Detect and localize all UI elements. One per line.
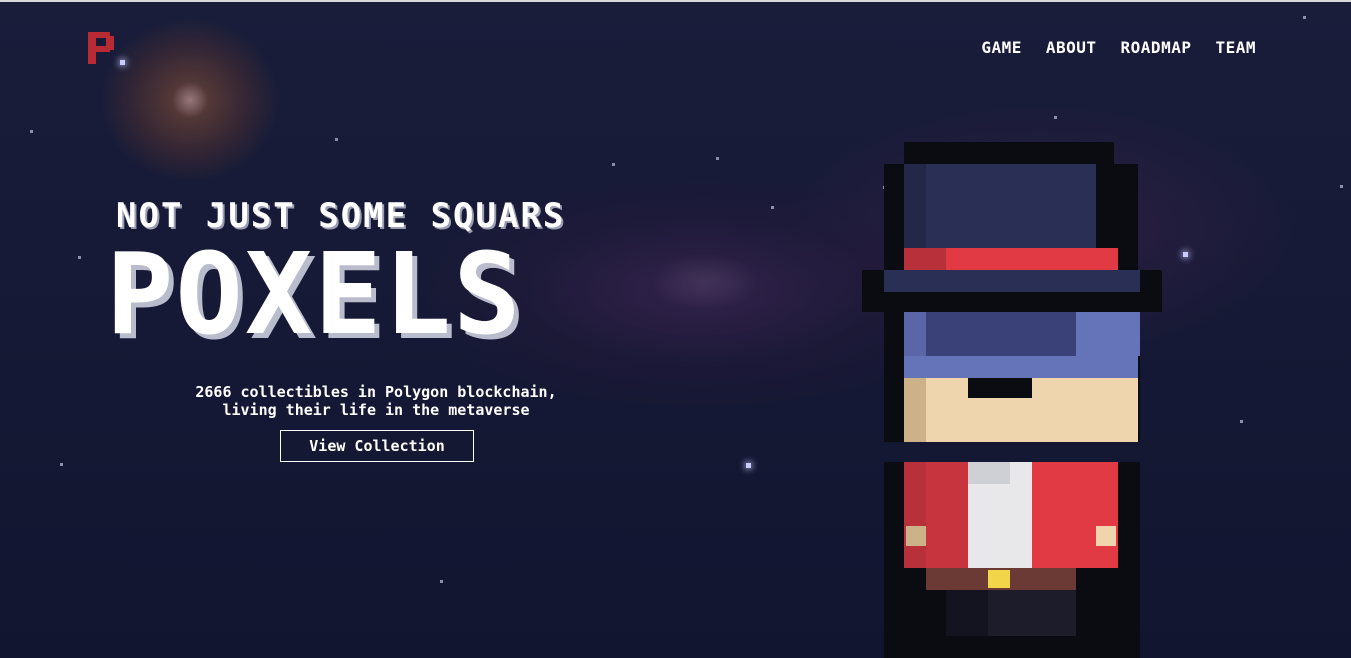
hero-description-line-2: living their life in the metaverse	[222, 401, 530, 419]
star	[335, 138, 338, 141]
star	[120, 60, 125, 65]
star	[440, 580, 443, 583]
star	[716, 157, 719, 160]
nav-game[interactable]: GAME	[981, 38, 1022, 57]
top-hat-character-icon	[862, 142, 1162, 658]
logo-icon[interactable]	[84, 30, 118, 66]
star	[612, 163, 615, 166]
star	[30, 130, 33, 133]
star	[1340, 185, 1343, 188]
window-top-border	[0, 0, 1351, 2]
star	[60, 463, 63, 466]
star	[1183, 252, 1188, 257]
star	[1240, 420, 1243, 423]
view-collection-button[interactable]: View Collection	[280, 430, 474, 462]
star	[1303, 16, 1306, 19]
hero-section: GAME ABOUT ROADMAP TEAM NOT JUST SOME SQ…	[0, 0, 1351, 658]
star	[746, 463, 751, 468]
hero-description-line-1: 2666 collectibles in Polygon blockchain,	[195, 383, 557, 401]
star	[78, 256, 81, 259]
nav-about[interactable]: ABOUT	[1046, 38, 1097, 57]
star	[1054, 116, 1057, 119]
nav-roadmap[interactable]: ROADMAP	[1121, 38, 1192, 57]
nav-team[interactable]: TEAM	[1215, 38, 1256, 57]
main-nav: GAME ABOUT ROADMAP TEAM	[981, 38, 1256, 57]
hero-description: 2666 collectibles in Polygon blockchain,…	[126, 383, 626, 419]
star	[771, 206, 774, 209]
hero-title: POXELS	[106, 230, 523, 360]
